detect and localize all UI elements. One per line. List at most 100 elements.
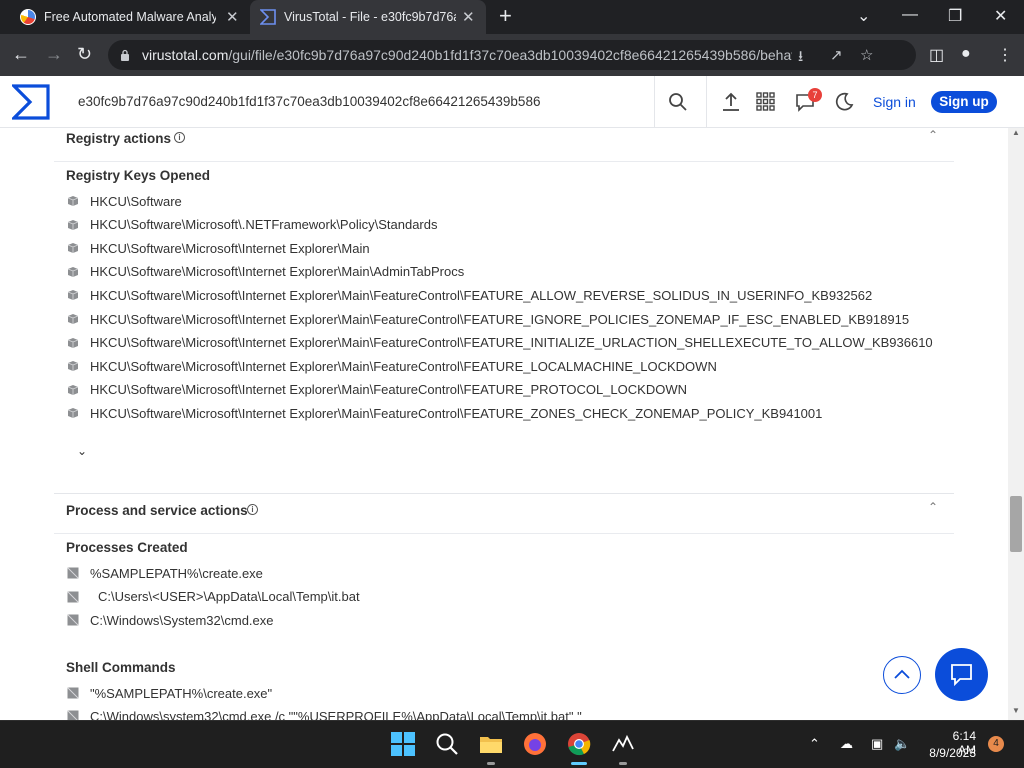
registry-key-item[interactable]: HKCU\Software\Microsoft\.NETFramework\Po… — [66, 215, 437, 235]
lock-icon — [121, 49, 129, 61]
forward-arrow-icon[interactable]: → — [45, 44, 63, 64]
tab-search-chevron-icon[interactable]: ⌄ — [857, 6, 870, 26]
scroll-up-arrow-icon[interactable]: ▲ — [1012, 128, 1020, 137]
tab-close-icon[interactable]: ✕ — [462, 8, 475, 26]
tab-close-icon[interactable]: ✕ — [226, 8, 239, 26]
sign-in-link[interactable]: Sign in — [873, 94, 916, 110]
process-item[interactable]: C:\Users\<USER>\AppData\Local\Temp\it.ba… — [66, 587, 360, 607]
notification-count-badge[interactable]: 4 — [988, 736, 1004, 752]
url-path: /gui/file/e30fc9b7d76a97c90d240b1fd1f37c… — [228, 47, 792, 63]
process-service-actions-header[interactable]: Process and service actions i ⌃ — [54, 500, 954, 534]
registry-key-item[interactable]: HKCU\Software\Microsoft\Internet Explore… — [66, 262, 464, 282]
registry-key-item[interactable]: HKCU\Software — [66, 191, 182, 211]
row-text: %SAMPLEPATH%\create.exe — [90, 565, 263, 581]
registry-key-icon — [66, 288, 80, 302]
volume-icon[interactable]: 🔈 — [894, 736, 910, 752]
scroll-thumb[interactable] — [1010, 496, 1022, 552]
profile-avatar-icon[interactable]: ● — [961, 45, 971, 63]
windows-taskbar: ⌃ ☁ ▣ 🔈 6:14 AM 8/9/2023 4 — [0, 720, 1024, 768]
shell-command-item[interactable]: C:\Windows\system32\cmd.exe /c ""%USERPR… — [66, 706, 582, 720]
hybrid-analysis-favicon-icon — [20, 9, 36, 25]
sign-up-button[interactable]: Sign up — [931, 91, 997, 113]
command-icon-glyph — [67, 687, 79, 699]
restore-button[interactable]: ❐ — [948, 6, 962, 26]
registry-key-icon-glyph — [67, 384, 79, 395]
firefox-icon[interactable] — [522, 731, 548, 757]
expand-chevron-down-icon[interactable]: ⌄ — [77, 444, 87, 458]
taskbar-search-icon[interactable] — [434, 731, 460, 757]
reload-icon[interactable]: ↻ — [77, 44, 92, 64]
tab-title: VirusTotal - File - e30fc9b7d76a9 — [284, 10, 456, 24]
process-item[interactable]: C:\Windows\System32\cmd.exe — [66, 610, 274, 630]
row-text: C:\Windows\system32\cmd.exe /c ""%USERPR… — [90, 708, 582, 721]
registry-key-item[interactable]: HKCU\Software\Microsoft\Internet Explore… — [66, 333, 933, 353]
row-text: HKCU\Software\Microsoft\Internet Explore… — [90, 264, 465, 280]
upload-icon[interactable] — [722, 92, 740, 112]
tab-virustotal[interactable]: VirusTotal - File - e30fc9b7d76a9 ✕ — [250, 0, 486, 34]
registry-key-icon — [66, 218, 80, 232]
registry-key-icon-glyph — [67, 408, 79, 419]
new-tab-button[interactable]: + — [499, 5, 512, 27]
registry-key-icon-glyph — [67, 361, 79, 372]
process-icon — [66, 613, 80, 627]
process-icon — [66, 566, 80, 580]
url-text: virustotal.com/gui/file/e30fc9b7d76a97c9… — [142, 47, 792, 63]
shell-command-item[interactable]: "%SAMPLEPATH%\create.exe" — [66, 683, 272, 703]
close-window-button[interactable]: ✕ — [994, 6, 1007, 26]
address-bar[interactable]: virustotal.com/gui/file/e30fc9b7d76a97c9… — [108, 40, 916, 70]
registry-actions-header[interactable]: Registry actions i ⌃ — [54, 128, 954, 162]
share-icon[interactable]: ↗ — [830, 46, 843, 64]
process-icon-glyph — [67, 590, 79, 603]
registry-key-icon — [66, 336, 80, 350]
registry-key-item[interactable]: HKCU\Software\Microsoft\Internet Explore… — [66, 403, 822, 423]
minimize-button[interactable]: — — [902, 6, 918, 24]
registry-key-icon-glyph — [67, 290, 79, 301]
virustotal-favicon-icon — [260, 9, 276, 25]
scroll-to-top-button[interactable] — [883, 656, 921, 694]
processes-created-heading: Processes Created — [66, 540, 188, 555]
registry-key-icon-glyph — [67, 337, 79, 348]
process-item[interactable]: %SAMPLEPATH%\create.exe — [66, 563, 263, 583]
bookmark-star-icon[interactable]: ☆ — [860, 46, 873, 64]
install-app-icon[interactable]: ⭳ — [798, 46, 803, 71]
chrome-menu-icon[interactable]: ⋮ — [997, 45, 1013, 65]
registry-key-icon — [66, 265, 80, 279]
chrome-icon[interactable] — [566, 731, 592, 757]
apps-grid-icon[interactable] — [756, 92, 775, 111]
windows-start-icon[interactable] — [390, 731, 416, 757]
back-arrow-icon[interactable]: ← — [12, 44, 30, 64]
registry-key-item[interactable]: HKCU\Software\Microsoft\Internet Explore… — [66, 356, 717, 376]
virustotal-logo-icon[interactable] — [12, 84, 50, 120]
collapse-chevron-up-icon[interactable]: ⌃ — [928, 500, 938, 514]
divider — [54, 493, 954, 494]
side-panel-icon[interactable]: ◫ — [929, 45, 944, 65]
clock-date[interactable]: 8/9/2023 — [912, 746, 976, 760]
tab-hybrid-analysis[interactable]: Free Automated Malware Analysi ✕ — [8, 0, 250, 34]
registry-key-item[interactable]: HKCU\Software\Microsoft\Internet Explore… — [66, 309, 909, 329]
info-icon[interactable]: i — [247, 504, 258, 515]
section-title: Registry actions — [66, 131, 172, 146]
terminal-app-icon[interactable] — [610, 731, 636, 757]
chat-button[interactable] — [935, 648, 988, 701]
row-text: HKCU\Software\Microsoft\Internet Explore… — [90, 335, 933, 351]
show-hidden-icons-chevron-icon[interactable]: ⌃ — [809, 736, 820, 752]
file-explorer-icon[interactable] — [478, 731, 504, 757]
collapse-chevron-up-icon[interactable]: ⌃ — [928, 128, 938, 142]
network-icon[interactable]: ▣ — [871, 736, 883, 752]
command-icon — [66, 686, 80, 700]
row-text: "%SAMPLEPATH%\create.exe" — [90, 685, 273, 701]
chevron-up-icon — [894, 669, 910, 679]
search-icon[interactable] — [668, 92, 688, 112]
registry-key-item[interactable]: HKCU\Software\Microsoft\Internet Explore… — [66, 285, 872, 305]
onedrive-cloud-icon[interactable]: ☁ — [840, 736, 853, 752]
registry-key-item[interactable]: HKCU\Software\Microsoft\Internet Explore… — [66, 380, 687, 400]
page-scrollbar[interactable]: ▲ ▼ — [1008, 128, 1024, 720]
running-indicator — [487, 762, 495, 765]
search-input[interactable]: e30fc9b7d76a97c90d240b1fd1f37c70ea3db100… — [78, 94, 540, 109]
info-icon[interactable]: i — [174, 132, 185, 143]
behavior-content: Registry actions i ⌃ Registry Keys Opene… — [0, 128, 1008, 720]
dark-mode-moon-icon[interactable] — [834, 92, 854, 112]
scroll-down-arrow-icon[interactable]: ▼ — [1012, 706, 1020, 715]
notification-count-badge: 7 — [808, 88, 822, 102]
registry-key-item[interactable]: HKCU\Software\Microsoft\Internet Explore… — [66, 238, 370, 258]
